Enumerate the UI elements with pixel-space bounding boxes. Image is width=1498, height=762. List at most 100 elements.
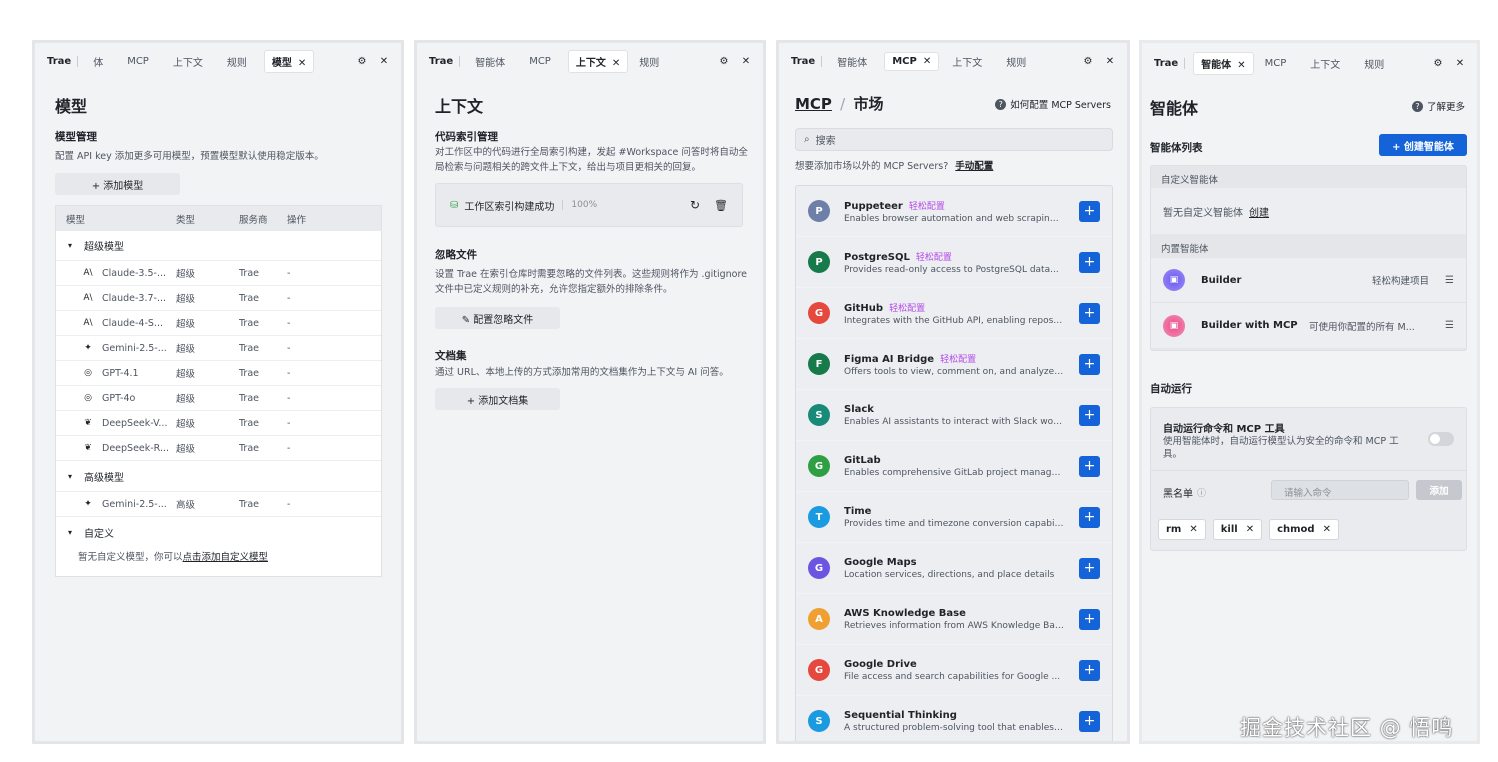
add-model-button[interactable]: + 添加模型 <box>55 173 180 195</box>
tab-trae[interactable]: Trae <box>791 56 815 67</box>
tab-agents[interactable]: 智能体 ✕ <box>1193 51 1254 75</box>
add-server-button[interactable]: + <box>1079 455 1100 477</box>
table-row[interactable]: ◎ GPT-4o 超级 Trae - <box>56 385 381 410</box>
mcp-server-item[interactable]: G Google Maps Location services, direction… <box>796 543 1112 594</box>
tab-context[interactable]: 上下文 <box>166 51 210 72</box>
add-server-button[interactable]: + <box>1079 353 1100 375</box>
help-link[interactable]: ? 如何配置 MCP Servers <box>995 97 1111 111</box>
auto-run-item-desc: 使用智能体时，自动运行模型认为安全的命令和 MCP 工 具。 <box>1163 435 1423 461</box>
mcp-server-item[interactable]: G Google Drive File access and search capa… <box>796 645 1112 696</box>
group-custom[interactable]: ▾ 自定义 <box>56 516 381 547</box>
add-docs-button[interactable]: + 添加文档集 <box>435 388 560 410</box>
table-row[interactable]: A\ Claude-3.5-... 超级 Trae - <box>56 260 381 285</box>
chevron-down-icon: ▾ <box>68 527 73 537</box>
remove-chip-icon[interactable]: ✕ <box>1246 524 1254 535</box>
table-row[interactable]: ✦ Gemini-2.5-... 高级 Trae - <box>56 491 381 516</box>
tab-context[interactable]: 上下文 <box>945 51 989 72</box>
server-desc: Provides read-only access to PostgreSQL … <box>844 264 1059 275</box>
add-server-button[interactable]: + <box>1079 710 1100 732</box>
remove-chip-icon[interactable]: ✕ <box>1189 524 1197 535</box>
add-server-button[interactable]: + <box>1079 302 1100 324</box>
manual-config-link[interactable]: 手动配置 <box>955 161 993 172</box>
gear-icon[interactable]: ⚙ <box>1081 54 1095 68</box>
mcp-server-item[interactable]: G GitLab Enables comprehensive GitLab proj… <box>796 441 1112 492</box>
model-cell: ❦ DeepSeek-R... <box>56 443 176 454</box>
add-server-button[interactable]: + <box>1079 200 1100 222</box>
mcp-server-item[interactable]: F Figma AI Bridge 轻松配置 Offers tools to view… <box>796 339 1112 390</box>
tab-mcp[interactable]: MCP <box>120 53 156 70</box>
blacklist-input[interactable]: 请输入命令 <box>1271 480 1409 500</box>
model-logo-icon: ✦ <box>84 499 92 509</box>
trash-icon[interactable]: 🗑 <box>714 199 728 212</box>
create-custom-agent-link[interactable]: 创建 <box>1249 204 1269 219</box>
add-server-button[interactable]: + <box>1079 557 1100 579</box>
server-name-line: Google Maps <box>844 557 1071 568</box>
mcp-server-item[interactable]: S Sequential Thinking A structured problem… <box>796 696 1112 741</box>
tab-context[interactable]: 上下文 <box>1303 53 1347 74</box>
tab-context[interactable]: 上下文 ✕ <box>567 49 629 73</box>
tab-models[interactable]: 模型 ✕ <box>263 49 315 73</box>
tab-mcp[interactable]: MCP ✕ <box>884 51 940 71</box>
close-tab-icon[interactable]: ✕ <box>612 58 620 69</box>
mcp-server-item[interactable]: G GitHub 轻松配置 Integrates with the GitHub AP… <box>796 288 1112 339</box>
add-server-button[interactable]: + <box>1079 251 1100 273</box>
list-icon[interactable]: ☰ <box>1445 320 1454 331</box>
add-server-button[interactable]: + <box>1079 659 1100 681</box>
gear-icon[interactable]: ⚙ <box>355 54 369 68</box>
mcp-server-item[interactable]: T Time Provides time and timezone conversi… <box>796 492 1112 543</box>
add-server-button[interactable]: + <box>1079 608 1100 630</box>
server-name-line: Google Drive <box>844 659 1071 670</box>
refresh-icon[interactable]: ↻ <box>690 198 700 212</box>
table-row[interactable]: A\ Claude-4-S... 超级 Trae - <box>56 310 381 335</box>
add-server-button[interactable]: + <box>1079 404 1100 426</box>
configure-ignore-button[interactable]: ✎ 配置忽略文件 <box>435 307 560 329</box>
tab-rules[interactable]: 规则 <box>999 51 1033 72</box>
close-icon[interactable]: ✕ <box>1103 54 1117 68</box>
mcp-server-item[interactable]: P PostgreSQL 轻松配置 Provides read-only access… <box>796 237 1112 288</box>
mcp-server-item[interactable]: S Slack Enables AI assistants to interact … <box>796 390 1112 441</box>
group-super[interactable]: ▾ 超级模型 <box>56 231 381 260</box>
close-tab-icon[interactable]: ✕ <box>298 58 306 69</box>
list-icon[interactable]: ☰ <box>1445 275 1454 286</box>
table-row[interactable]: ❦ DeepSeek-R... 超级 Trae - <box>56 435 381 460</box>
tab-agents[interactable]: 智能体 <box>830 51 874 72</box>
tab-agents[interactable]: 智能体 <box>468 51 512 72</box>
model-vendor: Trae <box>239 317 259 329</box>
close-tab-icon[interactable]: ✕ <box>923 56 931 67</box>
blacklist-add-button[interactable]: 添加 <box>1416 480 1462 500</box>
add-server-button[interactable]: + <box>1079 506 1100 528</box>
add-custom-model-link[interactable]: 点击添加自定义模型 <box>183 552 269 563</box>
table-row[interactable]: ❦ DeepSeek-V... 超级 Trae - <box>56 410 381 435</box>
tab-trae[interactable]: Trae <box>1154 58 1178 69</box>
gear-icon[interactable]: ⚙ <box>1431 56 1445 70</box>
mcp-server-item[interactable]: P Puppeteer 轻松配置 Enables browser automation… <box>796 186 1112 237</box>
close-icon[interactable]: ✕ <box>739 54 753 68</box>
gear-icon[interactable]: ⚙ <box>717 54 731 68</box>
tab-trae[interactable]: Trae <box>429 56 453 67</box>
tab-rules[interactable]: 规则 <box>632 51 666 72</box>
table-row[interactable]: ✦ Gemini-2.5-... 超级 Trae - <box>56 335 381 360</box>
tab-rules[interactable]: 规则 <box>220 51 254 72</box>
tab-rules[interactable]: 规则 <box>1357 53 1391 74</box>
close-icon[interactable]: ✕ <box>1453 56 1467 70</box>
breadcrumb-mcp-link[interactable]: MCP <box>795 95 832 113</box>
close-tab-icon[interactable]: ✕ <box>1237 60 1245 71</box>
create-agent-button[interactable]: + 创建智能体 <box>1379 134 1467 156</box>
remove-chip-icon[interactable]: ✕ <box>1323 524 1331 535</box>
group-advanced[interactable]: ▾ 高级模型 <box>56 460 381 491</box>
table-row[interactable]: ◎ GPT-4.1 超级 Trae - <box>56 360 381 385</box>
divider <box>1151 470 1466 471</box>
manual-config-line: 想要添加市场以外的 MCP Servers? 手动配置 <box>795 158 993 172</box>
tab-agents[interactable]: 体 <box>86 51 110 72</box>
builtin-agent-builder[interactable]: ▣ Builder 轻松构建项目 ☰ <box>1151 258 1466 303</box>
learn-more-link[interactable]: ? 了解更多 <box>1411 99 1465 113</box>
table-row[interactable]: A\ Claude-3.7-... 超级 Trae - <box>56 285 381 310</box>
builtin-agent-builder-mcp[interactable]: ▣ Builder with MCP 可使用你配置的所有 M... ☰ <box>1151 303 1466 348</box>
search-input[interactable]: ⌕ 搜索 <box>795 128 1113 151</box>
tab-mcp[interactable]: MCP <box>522 53 558 70</box>
auto-run-toggle[interactable] <box>1428 432 1454 446</box>
tab-trae[interactable]: Trae <box>47 56 71 67</box>
tab-mcp[interactable]: MCP <box>1258 55 1294 72</box>
mcp-server-item[interactable]: A AWS Knowledge Base Retrieves information… <box>796 594 1112 645</box>
close-icon[interactable]: ✕ <box>377 54 391 68</box>
